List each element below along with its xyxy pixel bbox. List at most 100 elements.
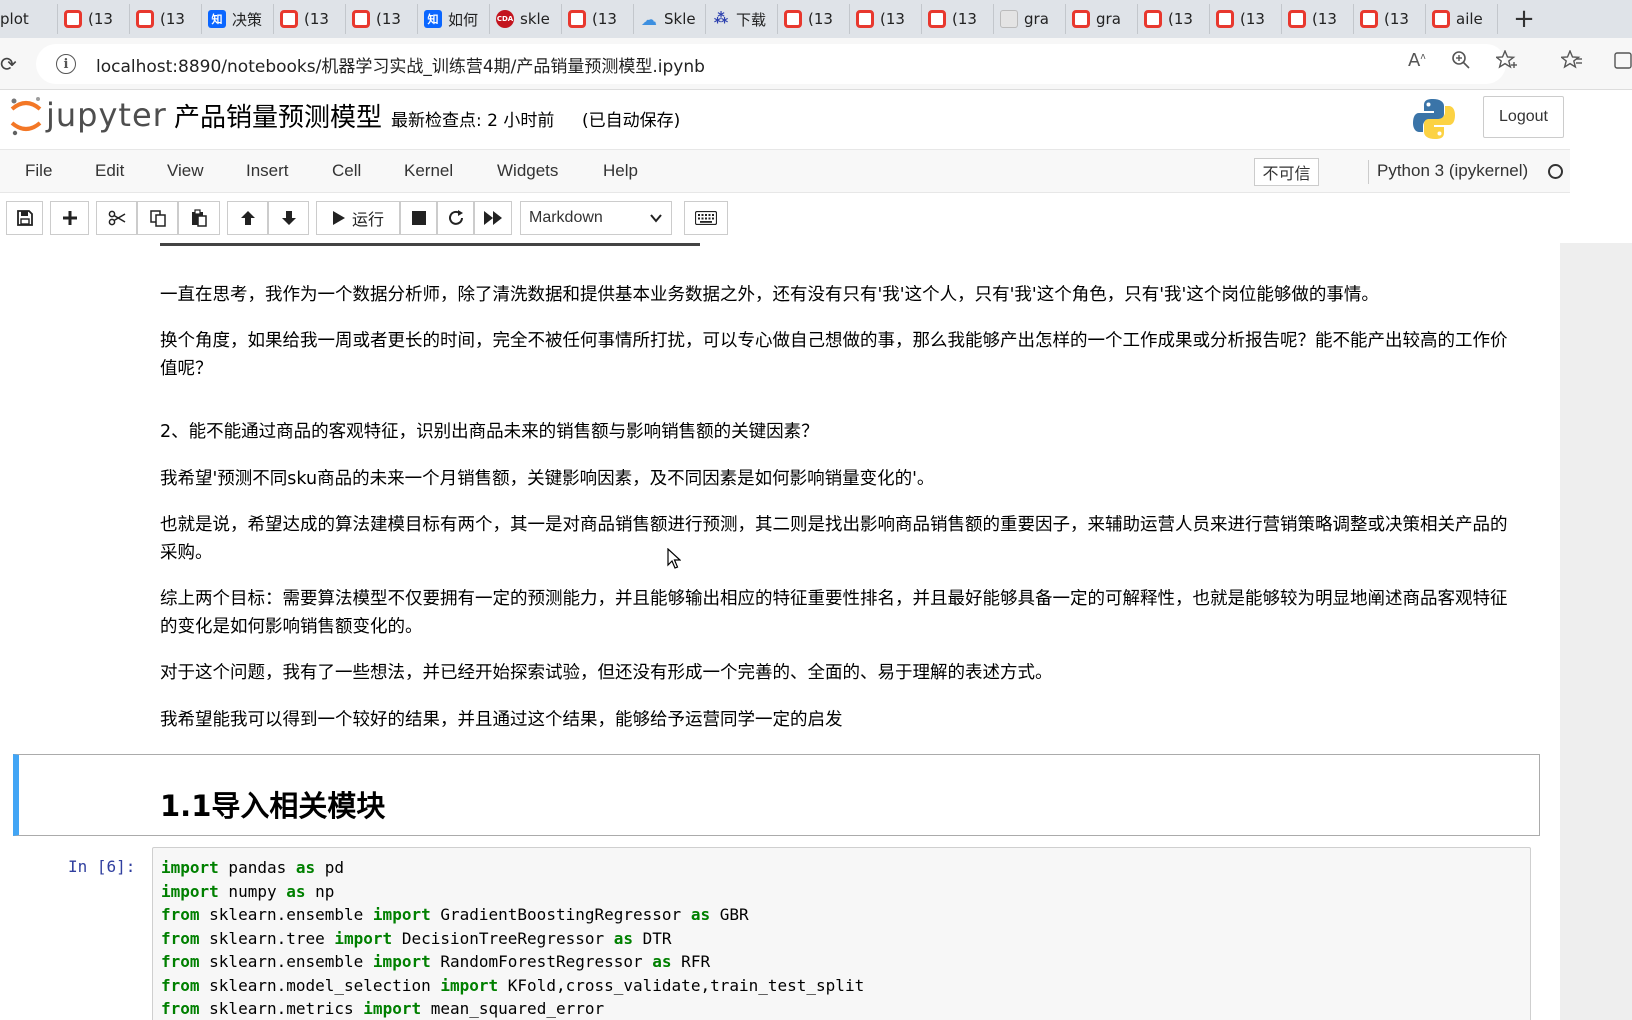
reload-icon[interactable]: ⟳ (0, 52, 18, 76)
browser-tab[interactable]: (13 (1282, 4, 1354, 34)
code-keyword: import (161, 881, 219, 901)
trust-button[interactable]: 不可信 (1254, 158, 1319, 186)
restart-icon (448, 210, 463, 225)
menu-insert[interactable]: Insert (246, 161, 289, 181)
notebook-page[interactable]: 一直在思考，我作为一个数据分析师，除了清洗数据和提供基本业务数据之外，还有没有只… (0, 243, 1560, 1020)
browser-tab[interactable]: (13 (58, 4, 130, 34)
paste-button[interactable] (178, 201, 220, 235)
tab-favicon-icon (1360, 10, 1378, 28)
code-keyword: import (372, 952, 431, 971)
favorites-icon[interactable] (1559, 49, 1583, 75)
restart-kernel-button[interactable] (437, 201, 474, 235)
copy-button[interactable] (137, 201, 178, 235)
menu-kernel[interactable]: Kernel (404, 161, 453, 181)
tab-favicon-icon (1072, 10, 1090, 28)
menu-widgets[interactable]: Widgets (497, 161, 558, 181)
insert-cell-button[interactable] (50, 201, 89, 235)
logout-button[interactable]: Logout (1483, 96, 1564, 138)
code-text: GradientBoostingRegressor (430, 905, 691, 924)
play-icon (332, 211, 345, 225)
code-text: pd (315, 858, 345, 877)
jupyter-logo-text: jupyter (46, 96, 167, 134)
browser-tab[interactable]: CDA skle (490, 4, 562, 34)
collections-icon[interactable] (1614, 50, 1632, 75)
browser-tab[interactable]: ⁂ 下载 (706, 4, 778, 34)
url-text[interactable]: localhost:8890/notebooks/机器学习实战_训练营4期/产品… (96, 52, 705, 77)
info-icon[interactable]: i (56, 54, 76, 74)
restart-run-all-button[interactable] (474, 201, 512, 235)
code-keyword: from (161, 952, 200, 971)
browser-tab[interactable]: (13 (778, 4, 850, 34)
browser-tab[interactable]: (13 (346, 4, 418, 34)
menu-edit[interactable]: Edit (95, 161, 124, 181)
tab-favicon-icon (1000, 10, 1018, 28)
browser-tab[interactable]: (13 (1354, 4, 1426, 34)
browser-tab[interactable]: (13 (850, 4, 922, 34)
code-cell-editor[interactable]: import pandas as pd import numpy as np fro… (152, 847, 1531, 1020)
tab-favicon-icon (1432, 10, 1450, 28)
tab-favicon-icon (1144, 10, 1162, 28)
browser-tab[interactable]: ☁ Skle (634, 4, 706, 34)
read-aloud-icon[interactable]: Aʌ (1408, 50, 1426, 71)
move-cell-up-button[interactable] (227, 201, 268, 235)
browser-tab[interactable]: (13 (1138, 4, 1210, 34)
markdown-paragraph: 我希望'预测不同sku商品的未来一个月销售额，关键影响因素，及不同因素是如何影响… (160, 469, 935, 489)
run-button[interactable]: 运行 (316, 201, 400, 235)
browser-tab[interactable]: gra (1066, 4, 1138, 34)
browser-tab[interactable]: 知决策 (202, 4, 274, 34)
cut-button[interactable] (96, 201, 137, 235)
tab-favicon-icon (136, 10, 154, 28)
code-text: np (305, 881, 335, 901)
command-palette-button[interactable] (684, 201, 728, 235)
menu-cell[interactable]: Cell (332, 161, 361, 181)
menu-file[interactable]: File (25, 161, 52, 181)
browser-tab[interactable]: plot (0, 4, 58, 34)
browser-tab[interactable]: 知如何 (418, 4, 490, 34)
mouse-cursor-icon (667, 548, 681, 569)
menu-help[interactable]: Help (603, 161, 638, 181)
browser-tab[interactable]: gra (994, 4, 1066, 34)
browser-tab-label: gra (1096, 10, 1121, 28)
browser-tab[interactable]: (13 (562, 4, 634, 34)
code-keyword: from (161, 975, 200, 995)
save-button[interactable] (6, 201, 43, 235)
cell-type-select[interactable]: Markdown (520, 201, 672, 235)
tab-favicon-icon (856, 10, 874, 28)
code-text: DTR (633, 928, 672, 948)
notebook-title[interactable]: 产品销量预测模型 (174, 97, 382, 134)
kernel-name[interactable]: Python 3 (ipykernel) (1377, 161, 1528, 181)
interrupt-kernel-button[interactable] (400, 201, 437, 235)
arrow-up-icon (240, 211, 255, 225)
jupyter-header: jupyter 产品销量预测模型 最新检查点: 2 小时前 (已自动保存) Lo… (0, 91, 1632, 149)
browser-tab[interactable]: (13 (922, 4, 994, 34)
code-lines: import pandas as pd import numpy as np fro… (161, 856, 864, 1020)
tab-favicon-icon (1216, 10, 1234, 28)
markdown-paragraph: 我希望能我可以得到一个较好的结果，并且通过这个结果，能够给予运营同学一定的启发 (160, 710, 843, 730)
new-tab-button[interactable]: + (1506, 4, 1542, 34)
browser-tab[interactable]: (13 (1210, 4, 1282, 34)
checkpoint-status: 最新检查点: 2 小时前 (391, 111, 555, 131)
add-favorite-icon[interactable] (1494, 49, 1518, 75)
code-text: numpy (218, 881, 287, 901)
tab-favicon-icon (352, 10, 370, 28)
chevron-down-icon (650, 214, 662, 223)
notebook-toolbar: 运行 Markdown (0, 193, 1632, 243)
selected-heading-cell[interactable]: 1.1导入相关模块 (13, 754, 1540, 836)
browser-tab-label: (13 (1168, 10, 1193, 28)
menu-view[interactable]: View (167, 161, 204, 181)
code-text: sklearn.metrics (199, 999, 364, 1018)
code-text: sklearn.ensemble (199, 952, 373, 971)
jupyter-logo[interactable]: jupyter (8, 95, 167, 136)
code-keyword: as (613, 928, 634, 948)
browser-tab-label: (13 (376, 10, 401, 28)
zoom-icon[interactable] (1451, 50, 1471, 75)
kernel-idle-icon (1548, 164, 1563, 179)
markdown-paragraph: 对于这个问题，我有了一些想法，并已经开始探索试验，但还没有形成一个完善的、全面的… (160, 663, 1053, 683)
browser-tab[interactable]: (13 (274, 4, 346, 34)
address-bar[interactable]: i localhost:8890/notebooks/机器学习实战_训练营4期/… (36, 44, 1506, 84)
browser-tab[interactable]: aile (1426, 4, 1498, 34)
code-text: RandomForestRegressor (430, 952, 653, 971)
code-text: pandas (218, 858, 296, 877)
browser-tab[interactable]: (13 (130, 4, 202, 34)
move-cell-down-button[interactable] (268, 201, 309, 235)
